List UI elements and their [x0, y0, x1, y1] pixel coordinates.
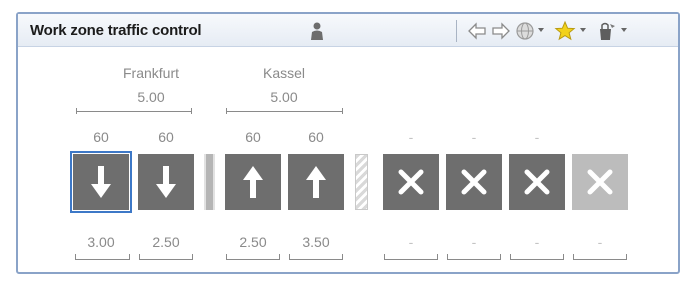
- width-bracket: [447, 254, 501, 260]
- lane-2-down[interactable]: [138, 154, 194, 210]
- group-value-kassel: 5.00: [270, 89, 298, 105]
- lane-speed: 60: [308, 129, 324, 145]
- group-label-kassel: Kassel: [262, 65, 306, 81]
- lane-7-closed[interactable]: [509, 154, 565, 210]
- x-icon: [398, 169, 424, 195]
- lane-3-up[interactable]: [225, 154, 281, 210]
- group-value-frankfurt: 5.00: [137, 89, 165, 105]
- lane-8-closed-disabled[interactable]: [572, 154, 628, 210]
- lane-5-closed[interactable]: [383, 154, 439, 210]
- lane-width: -: [471, 234, 477, 250]
- arrow-up-icon: [243, 166, 263, 198]
- toolbar-separator: [456, 20, 457, 42]
- panel-title: Work zone traffic control: [30, 22, 202, 39]
- lane-width: 2.50: [239, 234, 267, 250]
- panel-header: Work zone traffic control: [18, 14, 678, 47]
- group-span-frankfurt: [76, 111, 192, 112]
- arrow-down-icon: [91, 166, 111, 198]
- arrow-up-icon: [306, 166, 326, 198]
- bucket-dropdown-icon[interactable]: [621, 28, 627, 32]
- person-icon[interactable]: [309, 21, 325, 41]
- x-icon: [524, 169, 550, 195]
- lane-width: -: [534, 234, 540, 250]
- width-bracket: [384, 254, 438, 260]
- globe-dropdown-icon[interactable]: [538, 28, 544, 32]
- x-icon: [461, 169, 487, 195]
- width-bracket: [573, 254, 627, 260]
- lane-width: -: [597, 234, 603, 250]
- lane-speed: -: [471, 129, 477, 145]
- width-bracket: [289, 254, 343, 260]
- arrow-down-icon: [156, 166, 176, 198]
- width-bracket: [75, 254, 130, 260]
- arrow-right-icon[interactable]: [490, 20, 512, 42]
- lane-width: -: [408, 234, 414, 250]
- lane-speed: 60: [93, 129, 109, 145]
- lane-6-closed[interactable]: [446, 154, 502, 210]
- lane-divider-solid[interactable]: [204, 154, 215, 210]
- width-bracket: [226, 254, 280, 260]
- group-span-tick: [226, 108, 227, 114]
- lane-speed: 60: [245, 129, 261, 145]
- lane-speed: -: [534, 129, 540, 145]
- group-span-tick: [191, 108, 192, 114]
- arrow-left-icon[interactable]: [466, 20, 488, 42]
- bucket-icon[interactable]: [596, 20, 618, 42]
- lane-1-down[interactable]: [70, 151, 132, 213]
- group-span-tick: [76, 108, 77, 114]
- width-bracket: [510, 254, 564, 260]
- star-dropdown-icon[interactable]: [580, 28, 586, 32]
- width-bracket: [139, 254, 193, 260]
- lane-width: 3.00: [87, 234, 115, 250]
- work-zone-panel: Work zone traffic control Frankfurt 5.00…: [16, 12, 680, 274]
- lane-divider-hatched[interactable]: [355, 154, 368, 210]
- star-icon[interactable]: [554, 20, 576, 42]
- globe-icon[interactable]: [514, 20, 536, 42]
- lane-width: 2.50: [152, 234, 180, 250]
- x-icon: [587, 169, 613, 195]
- lane-speed: 60: [158, 129, 174, 145]
- lane-speed: -: [408, 129, 414, 145]
- group-span-kassel: [226, 111, 343, 112]
- lane-width: 3.50: [302, 234, 330, 250]
- group-span-tick: [342, 108, 343, 114]
- lane-4-up[interactable]: [288, 154, 344, 210]
- group-label-frankfurt: Frankfurt: [122, 65, 179, 81]
